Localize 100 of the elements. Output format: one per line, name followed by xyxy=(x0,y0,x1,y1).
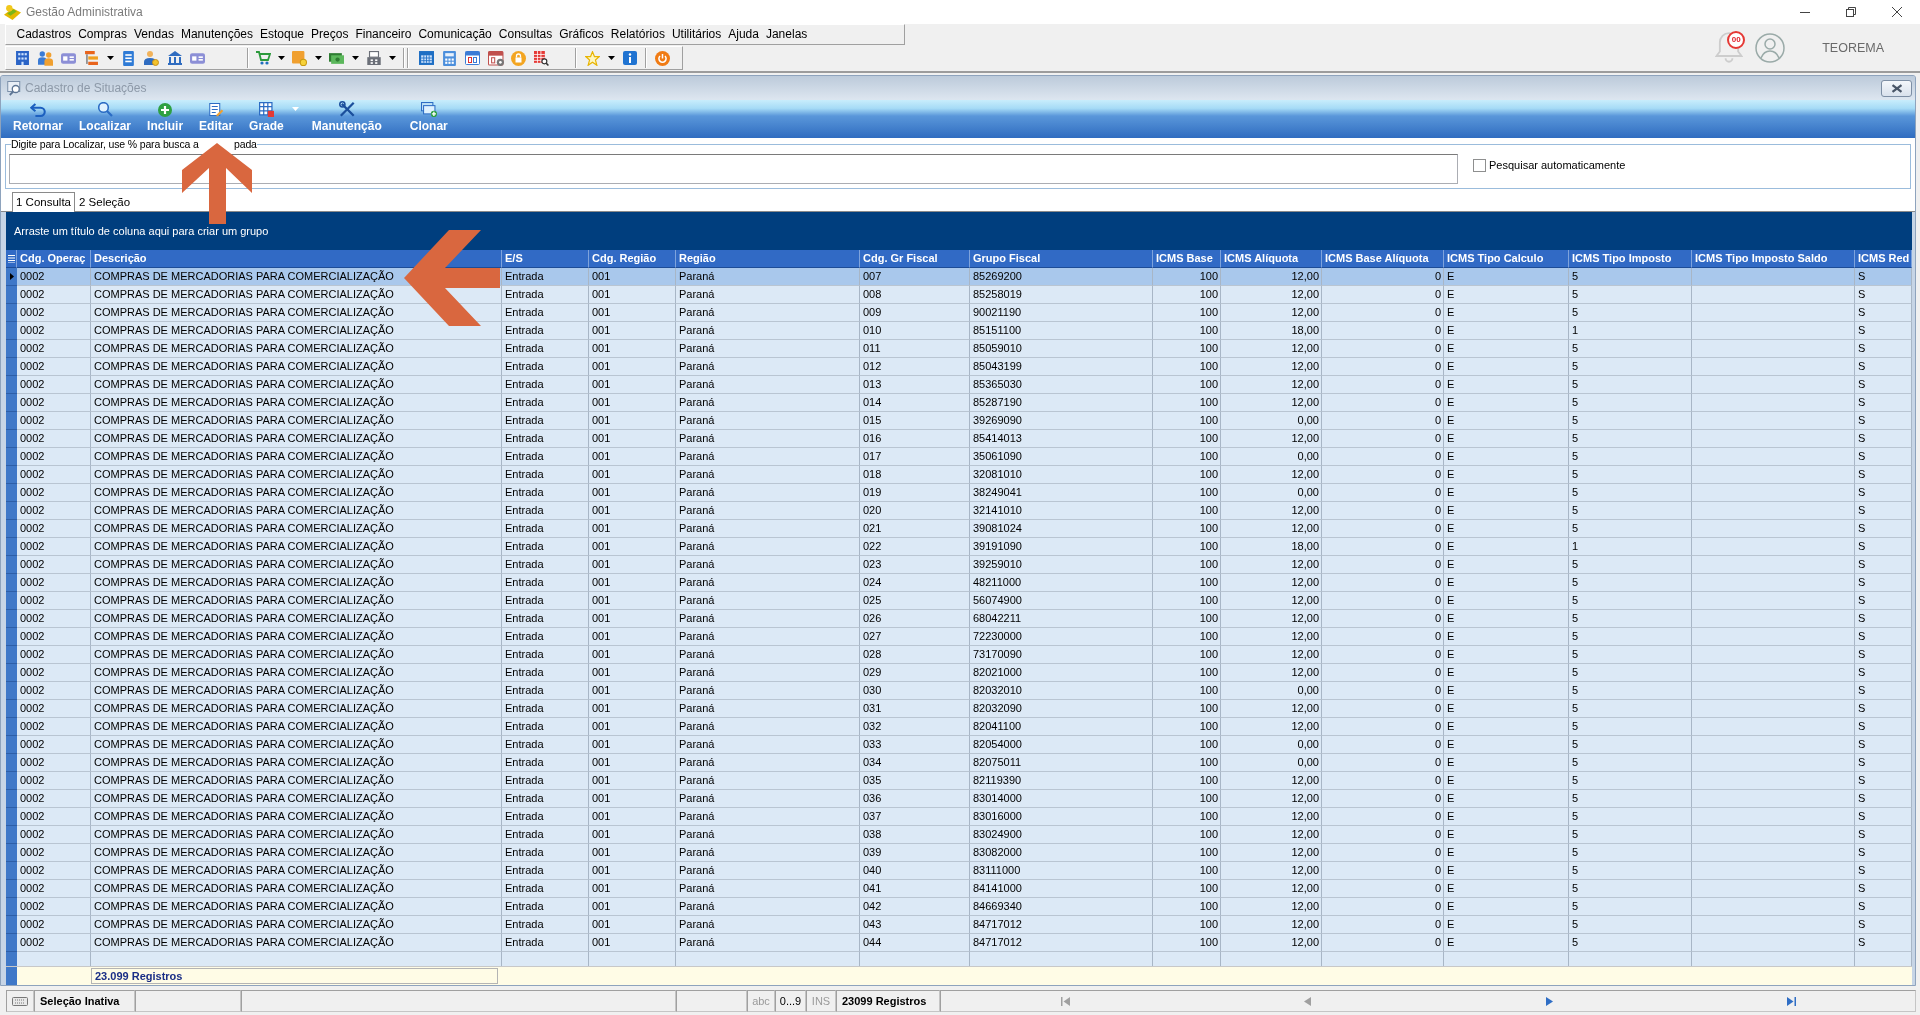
menu-item[interactable]: Gráficos xyxy=(555,25,608,44)
table-row[interactable]: 0002 COMPRAS DE MERCADORIAS PARA COMERCIALIZAÇÃO Entrada 001 Paraná 042 84669340 100 12,00 0 E 5 S xyxy=(6,898,1912,916)
table-row[interactable]: 0002 COMPRAS DE MERCADORIAS PARA COMERCIALIZAÇÃO Entrada 001 Paraná 009 90021190 100 12,00 0 E 5 S xyxy=(6,304,1912,322)
caret-icon[interactable] xyxy=(314,56,322,60)
table-row[interactable]: 0002 COMPRAS DE MERCADORIAS PARA COMERCIALIZAÇÃO Entrada 001 Paraná 011 85059010 100 12,00 0 E 5 S xyxy=(6,340,1912,358)
table-row[interactable]: 0002 COMPRAS DE MERCADORIAS PARA COMERCIALIZAÇÃO Entrada 001 Paraná 018 32081010 100 12,00 0 E 5 S xyxy=(6,466,1912,484)
table-row[interactable]: 0002 COMPRAS DE MERCADORIAS PARA COMERCIALIZAÇÃO Entrada 001 Paraná 014 85287190 100 12,00 0 E 5 S xyxy=(6,394,1912,412)
table-row[interactable]: 0002 COMPRAS DE MERCADORIAS PARA COMERCIALIZAÇÃO Entrada 001 Paraná 007 85269200 100 12,00 0 E 5 S xyxy=(6,268,1912,286)
tab[interactable]: 1 Consulta xyxy=(12,192,75,212)
table-row[interactable]: 0002 COMPRAS DE MERCADORIAS PARA COMERCIALIZAÇÃO Entrada 001 Paraná 041 84141000 100 12,00 0 E 5 S xyxy=(6,880,1912,898)
table-row[interactable]: 0002 COMPRAS DE MERCADORIAS PARA COMERCIALIZAÇÃO Entrada 001 Paraná 021 39081024 100 12,00 0 E 5 S xyxy=(6,520,1912,538)
building-icon[interactable] xyxy=(16,51,29,65)
restore-icon xyxy=(1846,7,1856,17)
bank-icon[interactable] xyxy=(167,51,182,65)
star-icon[interactable] xyxy=(585,50,600,66)
table-row[interactable]: 0002 COMPRAS DE MERCADORIAS PARA COMERCIALIZAÇÃO Entrada 001 Paraná 028 73170090 100 12,00 0 E 5 S xyxy=(6,646,1912,664)
table-row[interactable]: 0002 COMPRAS DE MERCADORIAS PARA COMERCIALIZAÇÃO Entrada 001 Paraná 025 56074900 100 12,00 0 E 5 S xyxy=(6,592,1912,610)
person-coin-icon[interactable] xyxy=(144,50,159,66)
maintenance-button[interactable]: Manutenção xyxy=(307,101,386,133)
calendar-icon[interactable] xyxy=(465,51,480,65)
document-icon[interactable] xyxy=(123,50,134,66)
caret-icon[interactable] xyxy=(106,56,114,60)
table-row[interactable]: 0002 COMPRAS DE MERCADORIAS PARA COMERCIALIZAÇÃO Entrada 001 Paraná 033 82054000 100 0,00 0 E 5 S xyxy=(6,736,1912,754)
table-row[interactable]: 0002 COMPRAS DE MERCADORIAS PARA COMERCIALIZAÇÃO Entrada 001 Paraná 026 68042211 100 12,00 0 E 5 S xyxy=(6,610,1912,628)
table-row[interactable]: 0002 COMPRAS DE MERCADORIAS PARA COMERCIALIZAÇÃO Entrada 001 Paraná 012 85043199 100 12,00 0 E 5 S xyxy=(6,358,1912,376)
table-row[interactable]: 0002 COMPRAS DE MERCADORIAS PARA COMERCIALIZAÇÃO Entrada 001 Paraná 016 85414013 100 12,00 0 E 5 S xyxy=(6,430,1912,448)
caret-icon[interactable] xyxy=(277,56,285,60)
menu-item[interactable]: Preços xyxy=(307,25,352,44)
calendar-gear-icon[interactable] xyxy=(487,50,504,66)
menu-item[interactable]: Cadastros xyxy=(13,25,75,44)
table-row[interactable]: 0002 COMPRAS DE MERCADORIAS PARA COMERCIALIZAÇÃO Entrada 001 Paraná 010 85151100 100 18,00 0 E 1 S xyxy=(6,322,1912,340)
menu-item[interactable]: Ajuda xyxy=(724,25,763,44)
table-row[interactable]: 0002 COMPRAS DE MERCADORIAS PARA COMERCIALIZAÇÃO Entrada 001 Paraná 038 83024900 100 12,00 0 E 5 S xyxy=(6,826,1912,844)
last-record-icon[interactable] xyxy=(1786,996,1796,1006)
table-row[interactable]: 0002 COMPRAS DE MERCADORIAS PARA COMERCIALIZAÇÃO Entrada 001 Paraná 008 85258019 100 12,00 0 E 5 S xyxy=(6,286,1912,304)
return-button[interactable]: Retornar xyxy=(9,103,67,133)
table-row[interactable]: 0002 COMPRAS DE MERCADORIAS PARA COMERCIALIZAÇÃO Entrada 001 Paraná 030 82032010 100 0,00 0 E 5 S xyxy=(6,682,1912,700)
search-hint: Digite para Localizar, use % para busca a xyxy=(11,138,200,150)
calculator-icon[interactable] xyxy=(443,50,456,66)
table-row[interactable]: 0002 COMPRAS DE MERCADORIAS PARA COMERCIALIZAÇÃO Entrada 001 Paraná 013 85365030 100 12,00 0 E 5 S xyxy=(6,376,1912,394)
people-icon[interactable] xyxy=(38,50,53,66)
menu-item[interactable]: Compras xyxy=(74,25,131,44)
cart-icon[interactable] xyxy=(254,51,271,65)
id-card-icon[interactable] xyxy=(190,52,205,64)
caret-icon[interactable] xyxy=(351,56,359,60)
table-row[interactable]: 0002 COMPRAS DE MERCADORIAS PARA COMERCIALIZAÇÃO Entrada 001 Paraná 024 48211000 100 12,00 0 E 5 S xyxy=(6,574,1912,592)
next-record-icon[interactable] xyxy=(1545,996,1553,1006)
table-row[interactable]: 0002 COMPRAS DE MERCADORIAS PARA COMERCIALIZAÇÃO Entrada 001 Paraná 022 39191090 100 18,00 0 E 1 S xyxy=(6,538,1912,556)
table-row[interactable]: 0002 COMPRAS DE MERCADORIAS PARA COMERCIALIZAÇÃO Entrada 001 Paraná 027 72230000 100 12,00 0 E 5 S xyxy=(6,628,1912,646)
bell-icon[interactable] xyxy=(1715,31,1744,64)
table-row[interactable]: 0002 COMPRAS DE MERCADORIAS PARA COMERCIALIZAÇÃO Entrada 001 Paraná 036 83014000 100 12,00 0 E 5 S xyxy=(6,790,1912,808)
search-field[interactable] xyxy=(9,154,1458,184)
menu-item[interactable]: Utilitários xyxy=(668,25,725,44)
table-row[interactable]: 0002 COMPRAS DE MERCADORIAS PARA COMERCIALIZAÇÃO Entrada 001 Paraná 017 35061090 100 0,00 0 E 5 S xyxy=(6,448,1912,466)
table-row[interactable]: 0002 COMPRAS DE MERCADORIAS PARA COMERCIALIZAÇÃO Entrada 001 Paraná 043 84717012 100 12,00 0 E 5 S xyxy=(6,916,1912,934)
menu-item[interactable]: Financeiro xyxy=(351,25,415,44)
id-card-icon[interactable] xyxy=(61,52,76,64)
table-row[interactable]: 0002 COMPRAS DE MERCADORIAS PARA COMERCIALIZAÇÃO Entrada 001 Paraná 034 82075011 100 0,00 0 E 5 S xyxy=(6,754,1912,772)
caret-icon[interactable] xyxy=(388,56,396,60)
note-icon[interactable] xyxy=(292,50,307,66)
clone-button[interactable]: Clonar xyxy=(405,102,452,133)
table-row[interactable]: 0002 COMPRAS DE MERCADORIAS PARA COMERCIALIZAÇÃO Entrada 001 Paraná 039 83082000 100 12,00 0 E 5 S xyxy=(6,844,1912,862)
tree-list-icon[interactable] xyxy=(85,51,98,65)
table-row[interactable]: 0002 COMPRAS DE MERCADORIAS PARA COMERCIALIZAÇÃO Entrada 001 Paraná 035 82119390 100 12,00 0 E 5 S xyxy=(6,772,1912,790)
keyboard-icon xyxy=(12,996,28,1006)
table-row[interactable]: 0002 COMPRAS DE MERCADORIAS PARA COMERCIALIZAÇÃO Entrada 001 Paraná 019 38249041 100 0,00 0 E 5 S xyxy=(6,484,1912,502)
caret-icon[interactable] xyxy=(607,56,615,60)
menu-item[interactable]: Manutenções xyxy=(177,25,257,44)
table-row[interactable]: 0002 COMPRAS DE MERCADORIAS PARA COMERCIALIZAÇÃO Entrada 001 Paraná 029 82021000 100 12,00 0 E 5 S xyxy=(6,664,1912,682)
tools-icon xyxy=(338,101,355,117)
menu-item[interactable]: Consultas xyxy=(495,25,556,44)
add-button[interactable]: Incluir xyxy=(143,103,188,133)
table-row[interactable]: 0002 COMPRAS DE MERCADORIAS PARA COMERCIALIZAÇÃO Entrada 001 Paraná 015 39269090 100 0,00 0 E 5 S xyxy=(6,412,1912,430)
checkbox-label[interactable]: Pesquisar automaticamente xyxy=(1489,159,1626,171)
find-button[interactable]: Localizar xyxy=(75,102,136,133)
tab[interactable]: 2 Seleção xyxy=(75,193,135,211)
table-row[interactable]: 0002 COMPRAS DE MERCADORIAS PARA COMERCIALIZAÇÃO Entrada 001 Paraná 023 39259010 100 12,00 0 E 5 S xyxy=(6,556,1912,574)
table-row[interactable]: 0002 COMPRAS DE MERCADORIAS PARA COMERCIALIZAÇÃO Entrada 001 Paraná 044 84717012 100 12,00 0 E 5 S xyxy=(6,934,1912,952)
grid-button[interactable]: Grade xyxy=(245,102,288,133)
table-row[interactable]: 0002 COMPRAS DE MERCADORIAS PARA COMERCIALIZAÇÃO Entrada 001 Paraná 031 82032090 100 12,00 0 E 5 S xyxy=(6,700,1912,718)
table-search-icon[interactable] xyxy=(534,50,549,66)
column-chooser-icon[interactable] xyxy=(7,254,15,263)
menu-item[interactable]: Janelas xyxy=(762,25,811,44)
menu-item[interactable]: Relatórios xyxy=(607,25,669,44)
money-icon[interactable] xyxy=(329,52,344,64)
menu-item[interactable]: Vendas xyxy=(130,25,178,44)
record-count: 23.099 Registros xyxy=(91,968,498,984)
menu-item[interactable]: Estoque xyxy=(256,25,308,44)
menu-item[interactable]: Comunicação xyxy=(414,25,496,44)
calendar-icon[interactable] xyxy=(419,51,434,65)
table-row[interactable]: 0002 COMPRAS DE MERCADORIAS PARA COMERCIALIZAÇÃO Entrada 001 Paraná 037 83016000 100 12,00 0 E 5 S xyxy=(6,808,1912,826)
power-icon[interactable] xyxy=(655,50,670,66)
table-row[interactable]: 0002 COMPRAS DE MERCADORIAS PARA COMERCIALIZAÇÃO Entrada 001 Paraná 020 32141010 100 12,00 0 E 5 S xyxy=(6,502,1912,520)
checkbox[interactable] xyxy=(1473,158,1486,172)
cash-register-icon[interactable] xyxy=(366,51,381,65)
edit-button[interactable]: Editar xyxy=(195,103,238,133)
table-row[interactable]: 0002 COMPRAS DE MERCADORIAS PARA COMERCIALIZAÇÃO Entrada 001 Paraná 040 83111000 100 12,00 0 E 5 S xyxy=(6,862,1912,880)
table-row[interactable]: 0002 COMPRAS DE MERCADORIAS PARA COMERCIALIZAÇÃO Entrada 001 Paraná 032 82041100 100 12,00 0 E 5 S xyxy=(6,718,1912,736)
close-button[interactable] xyxy=(1881,79,1912,97)
info-icon[interactable] xyxy=(622,51,637,65)
